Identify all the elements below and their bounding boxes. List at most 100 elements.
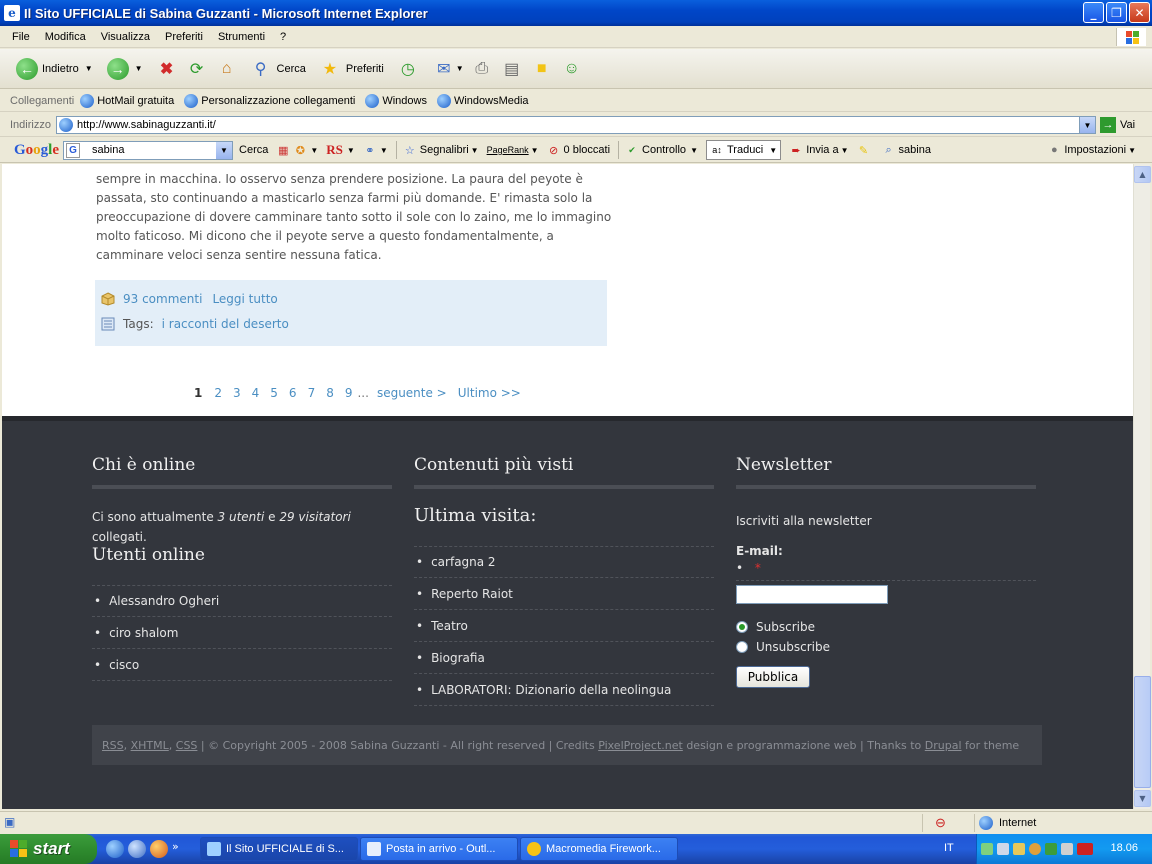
send-to-button[interactable]: ➨ Invia a ▼ <box>789 143 849 157</box>
menu-view[interactable]: Visualizza <box>101 31 150 43</box>
blocked-icon[interactable]: ⊖ <box>935 815 946 831</box>
pager-next-link[interactable]: seguente > <box>377 386 447 400</box>
popup-blocker-button[interactable]: ⊘ 0 bloccati <box>547 143 610 157</box>
translate-button[interactable]: a↕ Traduci ▼ <box>705 140 782 160</box>
pager-page[interactable]: 8 <box>326 386 334 400</box>
refresh-button[interactable]: ⟳ <box>185 57 209 81</box>
minimize-button[interactable]: _ <box>1083 2 1104 23</box>
messenger-button[interactable]: ☺ <box>560 57 584 81</box>
comments-link[interactable]: 93 commenti <box>123 292 202 306</box>
maximize-button[interactable]: ❐ <box>1106 2 1127 23</box>
tray-monitor-icon[interactable] <box>997 843 1009 855</box>
google-search-dropdown-icon[interactable]: ▼ <box>216 141 233 159</box>
edit-button[interactable]: ▤ <box>500 57 524 81</box>
tray-network-icon[interactable] <box>981 843 993 855</box>
tray-speaker-icon[interactable] <box>1061 843 1073 855</box>
link-hotmail[interactable]: HotMail gratuita <box>80 93 174 108</box>
history-button[interactable]: ◷ <box>396 57 420 81</box>
menu-help[interactable]: ? <box>280 31 286 43</box>
drupal-link[interactable]: Drupal <box>925 739 962 752</box>
find-term-button[interactable]: ⌕ sabina <box>882 143 931 157</box>
css-link[interactable]: CSS <box>176 739 198 752</box>
ie-app-icon[interactable]: e <box>4 5 20 21</box>
list-item[interactable]: Alessandro Ogheri <box>92 585 392 617</box>
home-button[interactable]: ⌂ <box>215 57 239 81</box>
settings-button[interactable]: ● Impostazioni ▼ <box>1047 143 1136 157</box>
spellcheck-button[interactable]: ✔ Controllo ▼ <box>625 143 698 157</box>
list-item[interactable]: carfagna 2 <box>414 546 714 578</box>
forward-dropdown-icon[interactable]: ▼ <box>135 64 143 73</box>
link-windowsmedia[interactable]: WindowsMedia <box>436 93 529 108</box>
spell-button[interactable]: ⚭ ▼ <box>363 143 388 157</box>
start-button[interactable]: start <box>0 834 97 864</box>
pager-page[interactable]: 2 <box>214 386 222 400</box>
address-dropdown-icon[interactable]: ▼ <box>1079 117 1095 133</box>
menu-tools[interactable]: Strumenti <box>218 31 265 43</box>
forward-button[interactable]: → ▼ <box>106 57 143 80</box>
email-field[interactable] <box>736 585 888 604</box>
xhtml-link[interactable]: XHTML <box>131 739 169 752</box>
subscribe-option[interactable]: Subscribe <box>736 620 1036 634</box>
task-browser[interactable]: Il Sito UFFICIALE di S... <box>200 837 358 861</box>
print-button[interactable]: ⎙ <box>470 57 494 81</box>
pager-page[interactable]: 5 <box>270 386 278 400</box>
pager-page[interactable]: 6 <box>289 386 297 400</box>
task-outlook[interactable]: Posta in arrivo - Outl... <box>360 837 518 861</box>
menu-file[interactable]: File <box>12 31 30 43</box>
pagerank-indicator[interactable]: PageRank ▼ <box>487 145 539 155</box>
submit-button[interactable]: Pubblica <box>736 666 810 688</box>
firefox-quicklaunch-icon[interactable] <box>150 840 168 858</box>
back-dropdown-icon[interactable]: ▼ <box>85 64 93 73</box>
pager-page[interactable]: 3 <box>233 386 241 400</box>
tag-link[interactable]: i racconti del deserto <box>162 317 289 331</box>
rss-link[interactable]: RSS <box>102 739 124 752</box>
list-item[interactable]: Biografia <box>414 642 714 674</box>
unsubscribe-radio[interactable] <box>736 641 748 653</box>
bookmarks-button[interactable]: ☆ Segnalibri ▼ <box>403 143 479 157</box>
address-input[interactable]: http://www.sabinaguzzanti.it/ ▼ <box>56 116 1096 134</box>
favorites-button[interactable]: ★ Preferiti <box>318 57 384 81</box>
list-item[interactable]: cisco <box>92 649 392 681</box>
google-news-button[interactable]: ▦ ✪ ▼ <box>276 143 318 157</box>
tray-ati-icon[interactable] <box>1077 843 1093 855</box>
scroll-up-icon[interactable]: ▲ <box>1134 166 1151 183</box>
quicklaunch-chevron-icon[interactable]: » <box>172 840 179 858</box>
google-search-input[interactable]: G sabina ▼ <box>63 140 234 160</box>
pixelproject-link[interactable]: PixelProject.net <box>598 739 683 752</box>
google-search-button[interactable]: Cerca <box>239 144 268 156</box>
back-button[interactable]: ← Indietro ▼ <box>16 57 93 80</box>
highlight-button[interactable]: ✎ <box>857 143 874 157</box>
mail-button[interactable]: ✉ ▼ <box>432 57 464 81</box>
list-item[interactable]: ciro shalom <box>92 617 392 649</box>
search-button[interactable]: ⚲ Cerca <box>249 57 306 81</box>
google-logo[interactable]: Google <box>14 142 59 159</box>
stop-button[interactable]: ✖ <box>155 57 179 81</box>
rs-button[interactable]: RS ▼ <box>326 142 355 158</box>
pager-page[interactable]: 4 <box>252 386 260 400</box>
mail-dropdown-icon[interactable]: ▼ <box>456 64 464 73</box>
task-fireworks[interactable]: Macromedia Firework... <box>520 837 678 861</box>
pager-page[interactable]: 7 <box>308 386 316 400</box>
subscribe-radio[interactable] <box>736 621 748 633</box>
menu-favorites[interactable]: Preferiti <box>165 31 203 43</box>
tray-app-icon[interactable] <box>1013 843 1025 855</box>
clock[interactable]: 18.06 <box>1110 842 1138 854</box>
ie-quicklaunch-icon[interactable] <box>106 840 124 858</box>
outlook-quicklaunch-icon[interactable] <box>128 840 146 858</box>
tray-globe-icon[interactable] <box>1029 843 1041 855</box>
notes-button[interactable]: ■ <box>530 57 554 81</box>
list-item[interactable]: LABORATORI: Dizionario della neolingua <box>414 674 714 706</box>
link-customize[interactable]: Personalizzazione collegamenti <box>184 93 355 108</box>
go-button[interactable]: → Vai <box>1100 117 1135 133</box>
scrollbar-thumb[interactable] <box>1134 676 1151 788</box>
menu-edit[interactable]: Modifica <box>45 31 86 43</box>
close-button[interactable]: ✕ <box>1129 2 1150 23</box>
list-item[interactable]: Teatro <box>414 610 714 642</box>
list-item[interactable]: Reperto Raiot <box>414 578 714 610</box>
vertical-scrollbar[interactable]: ▲ ▼ <box>1133 164 1151 809</box>
unsubscribe-option[interactable]: Unsubscribe <box>736 640 1036 654</box>
tray-shield-icon[interactable] <box>1045 843 1057 855</box>
scroll-down-icon[interactable]: ▼ <box>1134 790 1151 807</box>
pager-page[interactable]: 9 <box>345 386 353 400</box>
pager-last-link[interactable]: Ultimo >> <box>458 386 521 400</box>
